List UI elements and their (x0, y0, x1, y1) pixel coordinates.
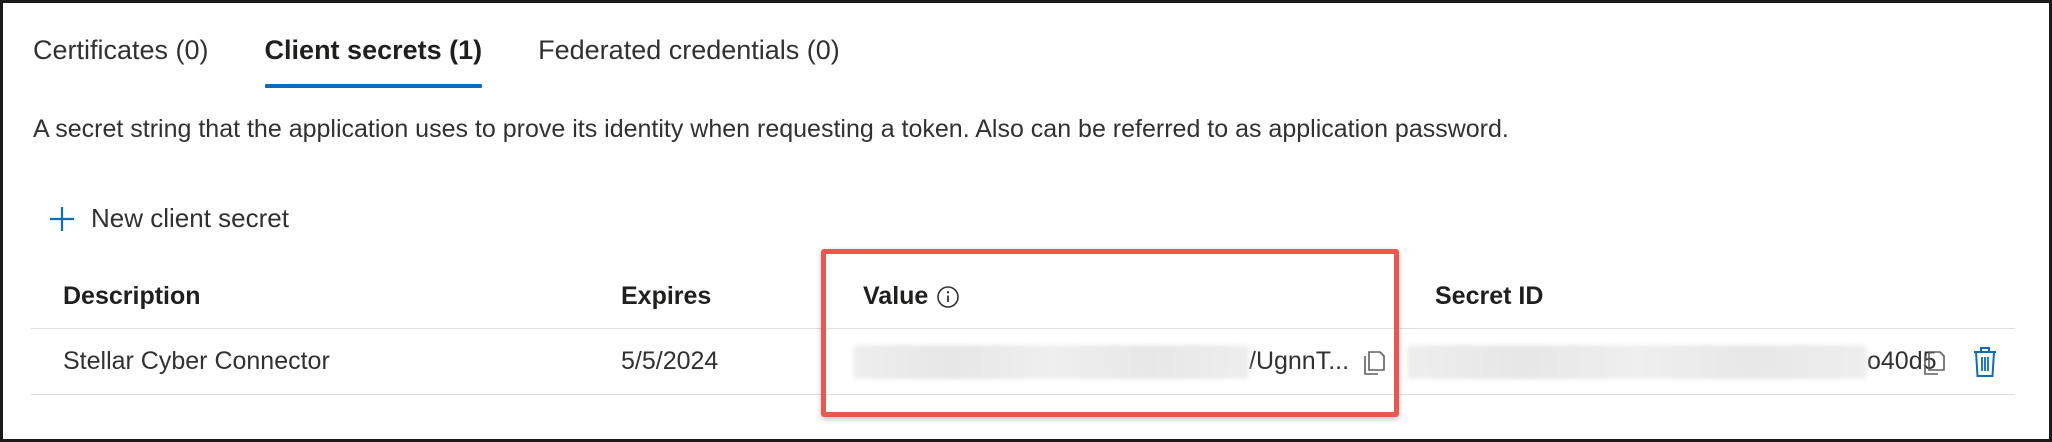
secret-id: o40d5 (1407, 329, 1937, 394)
secret-value: /UgnnT... (853, 329, 1349, 394)
credentials-tabs: Certificates (0) Client secrets (1) Fede… (33, 35, 840, 88)
tab-client-secrets[interactable]: Client secrets (1) (264, 35, 482, 88)
info-icon[interactable] (936, 285, 960, 309)
column-header-value[interactable]: Value (863, 265, 960, 328)
trash-icon (1971, 345, 1999, 379)
section-description: A secret string that the application use… (33, 115, 1509, 143)
copy-secret-id-button[interactable] (1921, 329, 1947, 394)
column-header-value-label: Value (863, 282, 929, 310)
table-row: Stellar Cyber Connector 5/5/2024 /UgnnT.… (31, 329, 2015, 395)
tab-certificates[interactable]: Certificates (0) (33, 35, 209, 87)
copy-value-button[interactable] (1361, 329, 1387, 394)
copy-icon (1921, 348, 1947, 376)
secret-expires: 5/5/2024 (621, 347, 719, 375)
copy-icon (1361, 348, 1387, 376)
redacted-secret-id (1407, 344, 1867, 379)
column-header-expires[interactable]: Expires (621, 265, 711, 328)
plus-icon (49, 206, 75, 232)
column-header-secret-id[interactable]: Secret ID (1435, 265, 1543, 328)
redacted-value (853, 344, 1249, 379)
table-header: Description Expires Value Secret ID (31, 265, 2015, 329)
tab-federated-credentials[interactable]: Federated credentials (0) (538, 35, 840, 87)
new-client-secret-button[interactable]: New client secret (49, 203, 289, 234)
secret-value-suffix: /UgnnT... (1249, 347, 1350, 375)
delete-secret-button[interactable] (1971, 329, 1999, 394)
panel-frame: Certificates (0) Client secrets (1) Fede… (0, 0, 2052, 442)
secret-description: Stellar Cyber Connector (63, 347, 330, 375)
column-header-description[interactable]: Description (63, 265, 201, 328)
new-client-secret-label: New client secret (91, 203, 289, 233)
